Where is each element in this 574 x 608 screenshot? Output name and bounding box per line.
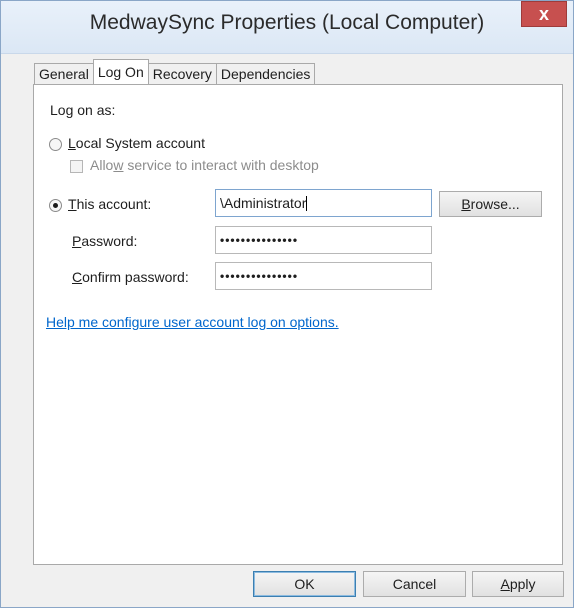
apply-button[interactable]: Apply xyxy=(472,571,564,597)
interact-desktop-label: Allow service to interact with desktop xyxy=(90,157,319,173)
account-input[interactable]: \Administrator xyxy=(215,189,432,217)
interact-desktop-text-post: service to interact with desktop xyxy=(123,157,319,173)
local-system-text: ocal System account xyxy=(75,135,205,151)
interact-desktop-accel: w xyxy=(113,157,124,173)
tab-recovery[interactable]: Recovery xyxy=(147,63,217,84)
browse-text: rowse... xyxy=(470,196,520,212)
tab-general[interactable]: General xyxy=(34,63,94,84)
confirm-password-accel: C xyxy=(72,269,83,285)
close-button[interactable]: x xyxy=(521,1,567,27)
password-input[interactable]: ••••••••••••••• xyxy=(215,226,432,254)
close-icon: x xyxy=(538,3,549,24)
interact-desktop-text-pre: Allo xyxy=(90,157,114,173)
tab-log-on[interactable]: Log On xyxy=(92,59,149,84)
log-on-as-heading: Log on as: xyxy=(50,102,116,118)
properties-dialog: MedwaySync Properties (Local Computer) x… xyxy=(0,0,574,608)
password-accel: P xyxy=(72,233,82,249)
apply-text: pply xyxy=(509,576,536,592)
browse-accel: B xyxy=(461,196,471,212)
text-caret xyxy=(306,196,308,211)
local-system-radio[interactable] xyxy=(49,138,62,151)
local-system-accel: L xyxy=(68,135,76,151)
ok-button[interactable]: OK xyxy=(253,571,356,597)
this-account-radio[interactable] xyxy=(49,199,62,212)
interact-desktop-checkbox[interactable] xyxy=(70,160,83,173)
this-account-label[interactable]: This account: xyxy=(68,196,151,212)
browse-button[interactable]: Browse... xyxy=(439,191,542,217)
apply-accel: A xyxy=(500,576,510,592)
log-on-panel: Log on as: Local System account Allow se… xyxy=(33,84,563,565)
title-bar[interactable]: MedwaySync Properties (Local Computer) x xyxy=(1,1,573,54)
tab-strip: General Log On Recovery Dependencies xyxy=(34,59,316,84)
tab-dependencies[interactable]: Dependencies xyxy=(215,63,316,84)
this-account-text: his account: xyxy=(76,196,152,212)
password-text: assword: xyxy=(81,233,138,249)
password-label: Password: xyxy=(72,233,137,249)
this-account-accel: T xyxy=(68,196,77,212)
confirm-password-label: Confirm password: xyxy=(72,269,189,285)
confirm-password-text: onfirm password: xyxy=(82,269,189,285)
confirm-password-input[interactable]: ••••••••••••••• xyxy=(215,262,432,290)
local-system-label[interactable]: Local System account xyxy=(68,135,205,151)
window-title: MedwaySync Properties (Local Computer) xyxy=(89,11,485,34)
account-value: \Administrator xyxy=(220,195,307,211)
cancel-button[interactable]: Cancel xyxy=(363,571,466,597)
help-link[interactable]: Help me configure user account log on op… xyxy=(46,314,339,330)
